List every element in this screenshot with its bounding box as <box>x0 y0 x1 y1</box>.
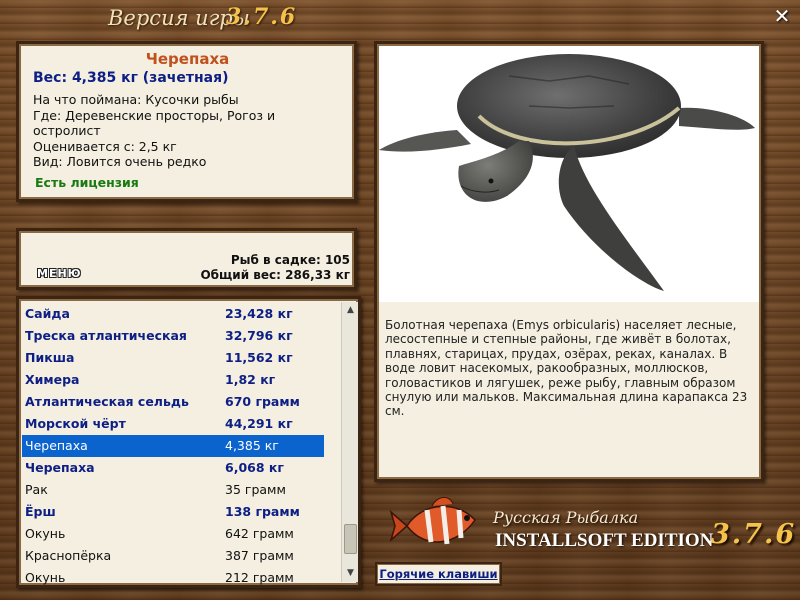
list-item[interactable]: Атлантическая сельдь 670 грамм <box>19 391 341 413</box>
list-item[interactable]: Краснопёрка 387 грамм <box>19 545 341 567</box>
list-item-name: Окунь <box>25 526 66 541</box>
logo-version: 3.7.6 <box>711 519 797 550</box>
list-item-weight: 35 грамм <box>225 482 286 497</box>
game-logo: Русская Рыбалка INSTALLSOFT EDITION 3.7.… <box>385 488 795 568</box>
turtle-illustration <box>379 54 755 291</box>
menu-button[interactable]: МЕНЮ <box>37 267 82 280</box>
scroll-thumb[interactable] <box>344 524 357 554</box>
list-item-weight: 1,82 кг <box>225 372 276 387</box>
list-item[interactable]: Сайда 23,428 кг <box>19 303 341 325</box>
list-item-weight: 6,068 кг <box>225 460 284 475</box>
fish-logo-icon <box>389 497 476 545</box>
location-line-cont: остролист <box>33 123 101 138</box>
scroll-up-arrow-icon[interactable]: ▲ <box>342 302 358 319</box>
list-item-weight: 44,291 кг <box>225 416 293 431</box>
list-item-name: Атлантическая сельдь <box>25 394 189 409</box>
list-item-weight: 4,385 кг <box>225 438 279 453</box>
list-item-weight: 642 грамм <box>225 526 294 541</box>
catch-list: Сайда 23,428 кг Треска атлантическая 32,796… <box>19 303 341 585</box>
list-item-weight: 11,562 кг <box>225 350 293 365</box>
keepnet-stats-panel: МЕНЮ Рыб в садке: 105 Общий вес: 286,33 … <box>16 228 357 290</box>
list-item[interactable]: Черепаха 4,385 кг <box>22 435 324 457</box>
list-item[interactable]: Треска атлантическая 32,796 кг <box>19 325 341 347</box>
list-item-name: Пикша <box>25 350 75 365</box>
close-icon[interactable]: ✕ <box>772 6 792 26</box>
list-item[interactable]: Пикша 11,562 кг <box>19 347 341 369</box>
list-item-weight: 212 грамм <box>225 570 294 585</box>
list-item-weight: 670 грамм <box>225 394 300 409</box>
fish-count: Рыб в садке: 105 <box>230 253 350 267</box>
list-item-name: Окунь <box>25 570 66 585</box>
list-item-weight: 387 грамм <box>225 548 294 563</box>
list-item-name: Химера <box>25 372 80 387</box>
list-item[interactable]: Окунь 212 грамм <box>19 567 341 585</box>
list-item-name: Рак <box>25 482 48 497</box>
fish-weight: Вес: 4,385 кг (зачетная) <box>33 70 229 86</box>
logo-title: Русская Рыбалка <box>493 508 639 527</box>
list-item[interactable]: Окунь 642 грамм <box>19 523 341 545</box>
list-item[interactable]: Черепаха 6,068 кг <box>19 457 341 479</box>
list-item-name: Ёрш <box>25 504 56 519</box>
list-item-name: Черепаха <box>25 438 88 453</box>
rated-from-line: Оценивается с: 2,5 кг <box>33 138 177 154</box>
list-item-name: Сайда <box>25 306 70 321</box>
hotkeys-button[interactable]: Горячие клавиши <box>375 562 502 586</box>
list-item-name: Краснопёрка <box>25 548 112 563</box>
list-item-weight: 138 грамм <box>225 504 300 519</box>
list-scrollbar[interactable]: ▲ ▼ <box>341 302 358 582</box>
keepnet-stats: Рыб в садке: 105 Общий вес: 286,33 кг <box>200 253 350 283</box>
list-item-name: Морской чёрт <box>25 416 126 431</box>
fish-info-panel: Черепаха Вес: 4,385 кг (зачетная) На что… <box>16 41 357 202</box>
window-version: 3.7.6 <box>226 4 298 30</box>
list-item-weight: 23,428 кг <box>225 306 293 321</box>
scroll-down-arrow-icon[interactable]: ▼ <box>342 565 358 582</box>
fish-detail-panel: Болотная черепаха (Emys orbicularis) нас… <box>374 41 764 482</box>
logo-edition: INSTALLSOFT EDITION <box>495 530 714 551</box>
caught-on-line: На что поймана: Кусочки рыбы <box>33 92 239 107</box>
license-status: Есть лицензия <box>35 174 139 190</box>
rarity-line: Вид: Ловится очень редко <box>33 154 207 169</box>
list-item-weight: 32,796 кг <box>225 328 293 343</box>
list-item[interactable]: Морской чёрт 44,291 кг <box>19 413 341 435</box>
fish-details: На что поймана: Кусочки рыбы Где: Дереве… <box>33 92 342 170</box>
fish-description: Болотная черепаха (Emys orbicularis) нас… <box>385 318 748 419</box>
fish-name: Черепаха <box>145 50 230 68</box>
list-item[interactable]: Рак 35 грамм <box>19 479 341 501</box>
turtle-image <box>379 46 759 302</box>
catch-list-panel: Сайда 23,428 кг Треска атлантическая 32,796… <box>16 296 361 588</box>
total-weight: Общий вес: 286,33 кг <box>200 268 350 282</box>
list-item[interactable]: Химера 1,82 кг <box>19 369 341 391</box>
location-line: Где: Деревенские просторы, Рогоз и <box>33 107 276 123</box>
title-bar: Версия игры 3.7.6 ✕ <box>0 0 800 36</box>
list-item[interactable]: Ёрш 138 грамм <box>19 501 341 523</box>
list-item-name: Треска атлантическая <box>25 328 187 343</box>
list-item-name: Черепаха <box>25 460 95 475</box>
